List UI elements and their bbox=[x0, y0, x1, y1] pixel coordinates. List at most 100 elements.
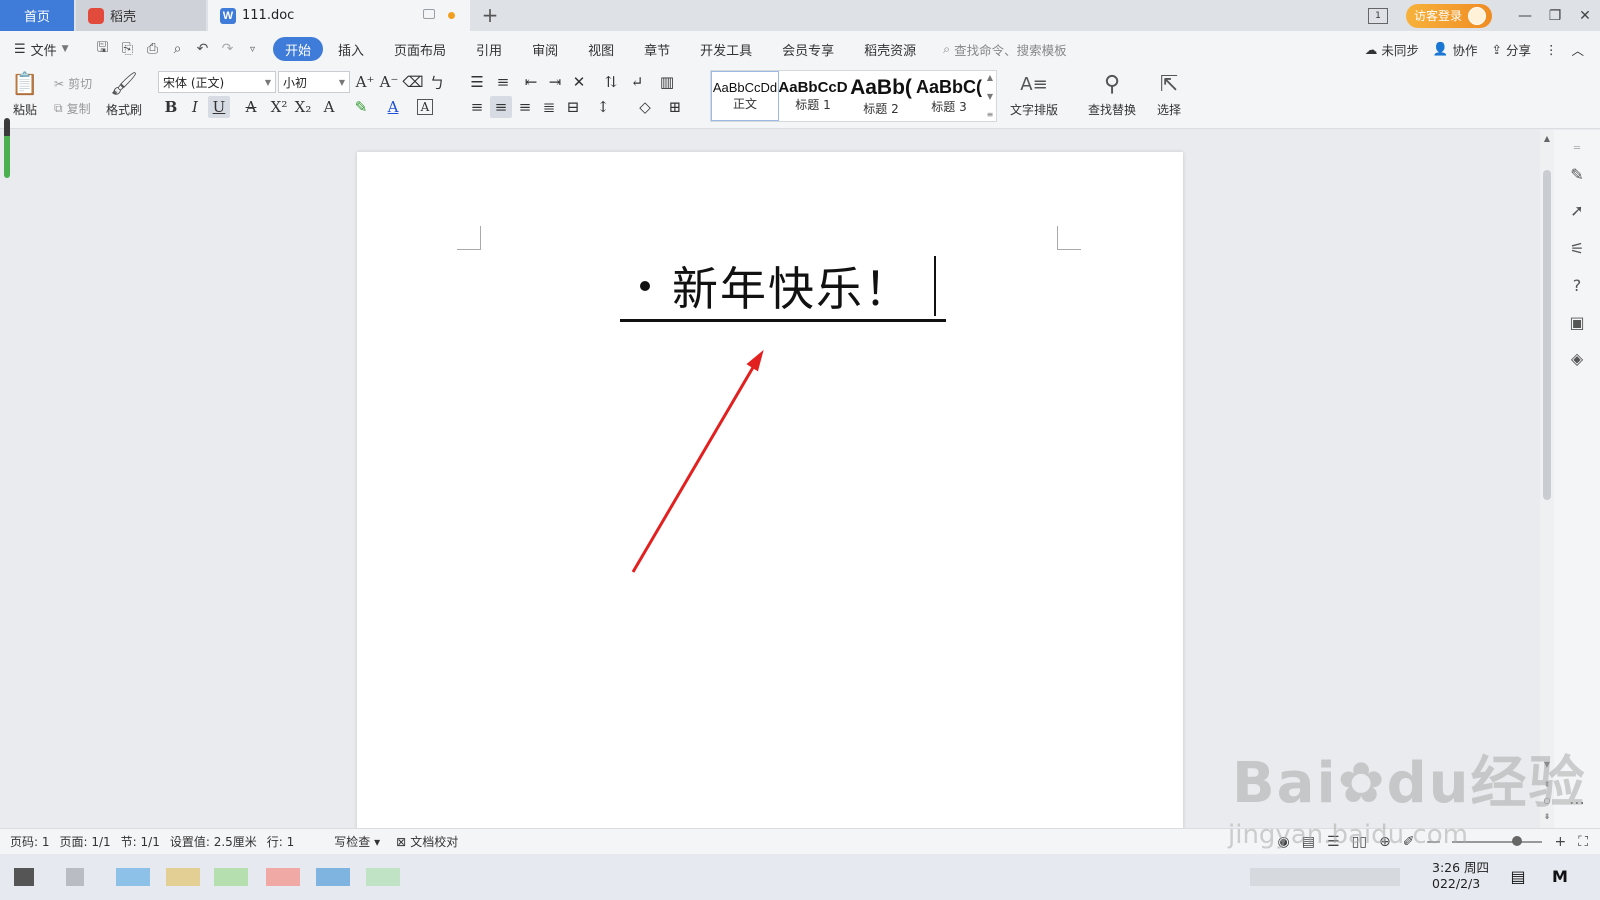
more-menu-button[interactable]: ⋮ bbox=[1545, 42, 1558, 57]
status-section[interactable]: 节: 1/1 bbox=[121, 833, 160, 850]
collapse-ribbon-button[interactable]: ︿ bbox=[1571, 40, 1584, 59]
guest-login-button[interactable]: 访客登录 bbox=[1405, 3, 1492, 28]
next-page-icon[interactable]: ⇟ bbox=[1540, 812, 1554, 821]
file-menu-button[interactable]: ☰ 文件 ▼ bbox=[0, 40, 86, 59]
tab-pin-icon[interactable] bbox=[423, 9, 435, 19]
scroll-up-icon[interactable]: ▲ bbox=[1540, 134, 1554, 143]
bold-icon[interactable]: B bbox=[160, 96, 182, 118]
align-right-icon[interactable]: ≡ bbox=[514, 96, 536, 118]
document-workspace[interactable]: 新年快乐！ bbox=[0, 118, 1540, 842]
input-method-icon[interactable]: M bbox=[1550, 866, 1570, 886]
scrollbar-thumb[interactable] bbox=[1543, 170, 1551, 500]
taskbar-app-1[interactable] bbox=[14, 868, 34, 886]
save-icon[interactable]: 🖫 bbox=[94, 40, 111, 58]
tab-review[interactable]: 审阅 bbox=[517, 37, 573, 61]
grow-font-icon[interactable]: A⁺ bbox=[354, 71, 376, 93]
settings-sliders-icon[interactable]: ⚟ bbox=[1565, 236, 1589, 260]
status-line[interactable]: 行: 1 bbox=[267, 833, 295, 850]
taskbar-app-5[interactable] bbox=[214, 868, 248, 886]
zoom-out-icon[interactable]: — bbox=[1426, 834, 1440, 850]
underline-icon[interactable]: U bbox=[208, 96, 230, 118]
tab-document[interactable]: W 111.doc bbox=[208, 0, 470, 31]
tab-daoke[interactable]: 稻壳 bbox=[76, 0, 206, 31]
align-left-icon[interactable]: ≡ bbox=[466, 96, 488, 118]
format-painter-button[interactable]: 🖌 格式刷 bbox=[106, 71, 142, 118]
phonetic-icon[interactable]: ㄅ bbox=[426, 71, 448, 93]
style-heading-1[interactable]: AaBbCcD 标题 1 bbox=[779, 71, 847, 121]
edit-pen-icon[interactable]: ✎ bbox=[1565, 162, 1589, 186]
compass-icon[interactable]: ◈ bbox=[1565, 346, 1589, 370]
style-heading-2[interactable]: AaBb( 标题 2 bbox=[847, 71, 915, 121]
font-color-icon[interactable]: A bbox=[382, 96, 404, 118]
command-search[interactable]: ⌕ 查找命令、搜索模板 bbox=[943, 40, 1067, 59]
style-heading-3[interactable]: AaBbC( 标题 3 bbox=[915, 71, 983, 121]
taskbar-app-8[interactable] bbox=[366, 868, 400, 886]
notification-icon[interactable]: ▤ bbox=[1508, 866, 1528, 886]
font-size-select[interactable]: 小初 ▼ bbox=[278, 71, 350, 93]
font-name-select[interactable]: 宋体 (正文) ▼ bbox=[158, 71, 276, 93]
tab-insert[interactable]: 插入 bbox=[323, 37, 379, 61]
status-page[interactable]: 页面: 1/1 bbox=[60, 833, 111, 850]
style-normal[interactable]: AaBbCcDd 正文 bbox=[711, 71, 779, 121]
more-horizontal-icon[interactable]: ⋯ bbox=[1565, 790, 1589, 814]
bullet-list-icon[interactable]: ☰ bbox=[466, 71, 488, 93]
web-view-icon[interactable]: ⊕ bbox=[1379, 834, 1391, 850]
collaborate-button[interactable]: 👤 协作 bbox=[1433, 40, 1478, 59]
outline-view-icon[interactable]: ☰ bbox=[1327, 834, 1340, 850]
select-browse-icon[interactable]: ○ bbox=[1540, 796, 1554, 805]
doc-proofread-button[interactable]: ⊠ 文档校对 bbox=[396, 833, 458, 850]
tab-chapter[interactable]: 章节 bbox=[629, 37, 685, 61]
chinese-layout-icon[interactable]: ✕ bbox=[568, 71, 590, 93]
export-pdf-icon[interactable]: ⎘ bbox=[119, 41, 136, 58]
clear-format-icon[interactable]: ⌫ bbox=[402, 71, 424, 93]
highlight-icon[interactable]: ✎ bbox=[350, 96, 372, 118]
zoom-slider[interactable] bbox=[1452, 836, 1543, 846]
spell-check-button[interactable]: 写检查 ▾ bbox=[334, 833, 380, 850]
share-button[interactable]: ⇪ 分享 bbox=[1491, 40, 1531, 59]
shrink-font-icon[interactable]: A⁻ bbox=[378, 71, 400, 93]
zoom-slider-knob[interactable] bbox=[1512, 836, 1523, 846]
taskbar-app-6[interactable] bbox=[266, 868, 300, 886]
tab-developer[interactable]: 开发工具 bbox=[685, 37, 767, 61]
sort-icon[interactable]: ⇅ bbox=[600, 71, 622, 93]
char-border-icon[interactable]: A bbox=[417, 99, 433, 115]
decrease-indent-icon[interactable]: ⇤ bbox=[520, 71, 542, 93]
tab-references[interactable]: 引用 bbox=[461, 37, 517, 61]
print-preview-icon[interactable]: ⌕ bbox=[169, 41, 186, 58]
paste-button[interactable]: 📋 粘贴 bbox=[11, 71, 38, 118]
sync-button[interactable]: ☁ 未同步 bbox=[1365, 40, 1419, 59]
justify-icon[interactable]: ≣ bbox=[538, 96, 560, 118]
italic-icon[interactable]: I bbox=[184, 96, 206, 118]
subscript-icon[interactable]: X₂ bbox=[292, 96, 314, 118]
table-tabs-icon[interactable]: ▥ bbox=[656, 71, 678, 93]
tab-home[interactable]: 首页 bbox=[0, 0, 74, 31]
status-setting[interactable]: 设置值: 2.5厘米 bbox=[170, 833, 257, 850]
document-page[interactable]: 新年快乐！ bbox=[357, 152, 1183, 842]
fullscreen-icon[interactable]: ⛶ bbox=[1578, 834, 1588, 850]
new-tab-button[interactable]: + bbox=[478, 3, 502, 27]
numbered-list-icon[interactable]: ≡ bbox=[492, 71, 514, 93]
select-button[interactable]: ⇱ 选择 bbox=[1156, 71, 1182, 118]
window-mode-icon[interactable]: 1 bbox=[1367, 7, 1388, 24]
pen-mode-icon[interactable]: ✐ bbox=[1403, 834, 1415, 850]
page-view-icon[interactable]: ▤ bbox=[1302, 834, 1315, 850]
strikethrough-icon[interactable]: A bbox=[240, 96, 262, 118]
superscript-icon[interactable]: X² bbox=[268, 96, 290, 118]
tab-member[interactable]: 会员专享 bbox=[767, 37, 849, 61]
distribute-icon[interactable]: ⊟ bbox=[562, 96, 584, 118]
text-layout-button[interactable]: A≡ 文字排版 bbox=[1010, 71, 1058, 118]
styles-scroll[interactable]: ▲ ▼ ≡ bbox=[985, 73, 995, 119]
prev-page-icon[interactable]: ⇞ bbox=[1540, 780, 1554, 789]
align-center-icon[interactable]: ≡ bbox=[490, 96, 512, 118]
increase-indent-icon[interactable]: ⇥ bbox=[544, 71, 566, 93]
line-spacing-icon[interactable]: ↕ bbox=[592, 96, 614, 118]
restore-button[interactable]: ❐ bbox=[1540, 0, 1570, 31]
borders-icon[interactable]: ⊞ bbox=[664, 96, 686, 118]
copy-button[interactable]: ⧉ 复制 bbox=[54, 100, 91, 117]
tab-view[interactable]: 视图 bbox=[573, 37, 629, 61]
vertical-scrollbar[interactable]: ▲ ▼ ⇞ ○ ⇟ bbox=[1540, 130, 1554, 828]
taskbar-app-2[interactable] bbox=[66, 868, 84, 886]
pointer-icon[interactable]: ➚ bbox=[1565, 198, 1589, 222]
zoom-in-icon[interactable]: + bbox=[1554, 834, 1566, 850]
scroll-down-icon[interactable]: ▼ bbox=[1540, 760, 1554, 769]
